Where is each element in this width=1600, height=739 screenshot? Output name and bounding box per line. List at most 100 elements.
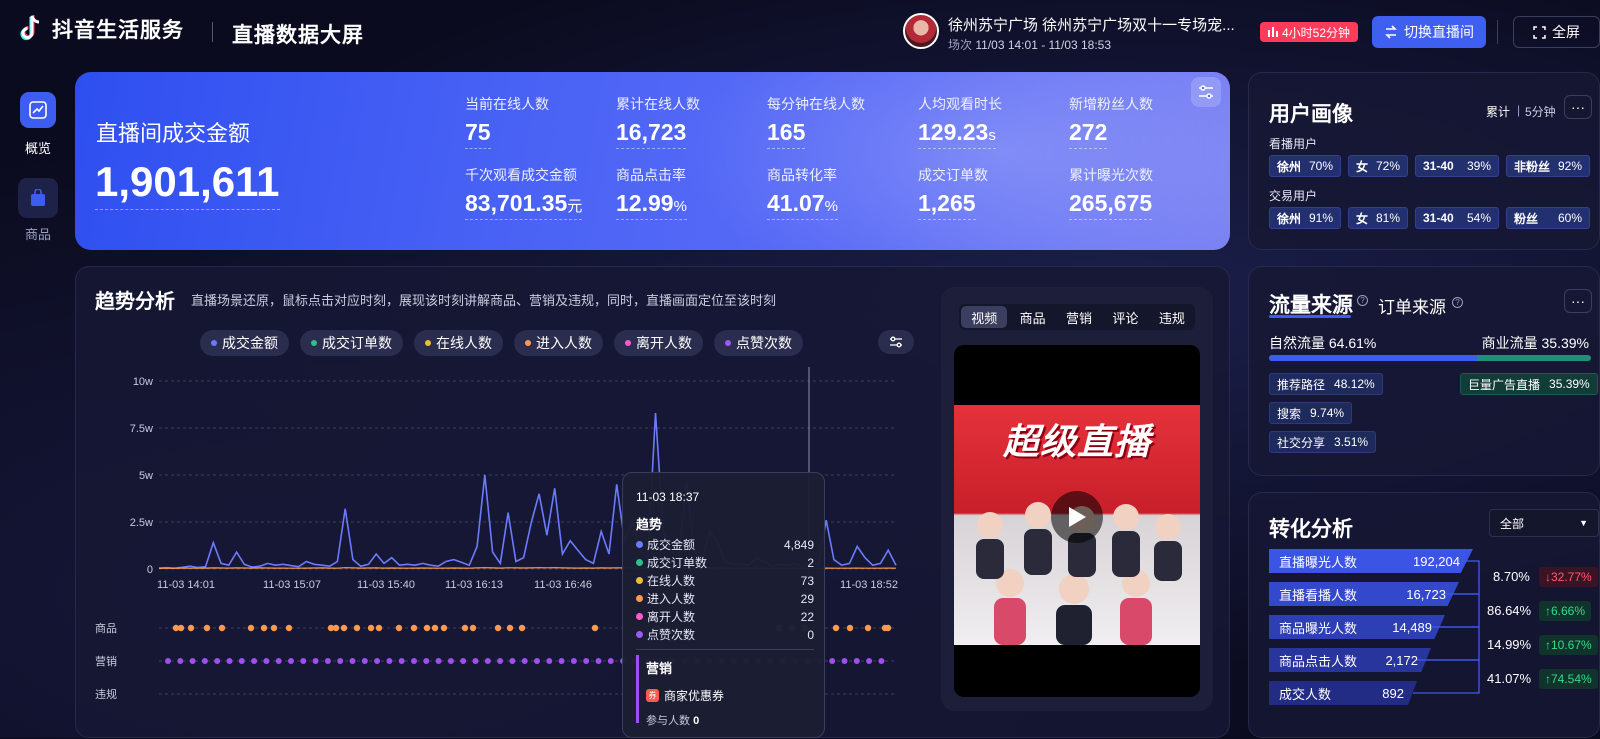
traffic-split-bar <box>1269 355 1591 361</box>
sidebar-label-products: 商品 <box>24 227 51 242</box>
conversion-panel: 转化分析 全部 ▼ 直播曝光人数 192,204 直播看播人数 16,723 商品曝… <box>1248 492 1600 738</box>
rate-exposure-to-view: 8.70% <box>1493 569 1530 584</box>
buyers-label: 交易用户 <box>1269 189 1318 203</box>
metric-gpm[interactable]: 千次观看成交金额 83,701.35元 <box>465 165 583 220</box>
marketing-marker <box>497 658 504 664</box>
product-marker <box>260 624 268 632</box>
sidebar-item-overview[interactable]: 概览 <box>18 92 58 157</box>
marketing-marker <box>411 658 417 664</box>
marketing-marker <box>447 658 454 664</box>
marketing-marker <box>251 658 258 664</box>
play-button[interactable] <box>1051 491 1103 543</box>
product-marker <box>884 624 892 632</box>
y-tick-label: 5w <box>139 470 153 482</box>
tab-products[interactable]: 商品 <box>1009 304 1055 330</box>
natural-traffic-fill <box>1269 355 1478 361</box>
product-marker <box>846 624 854 632</box>
fullscreen-button[interactable]: 全屏 <box>1513 16 1600 48</box>
metric-current-online[interactable]: 当前在线人数 75 <box>465 94 549 149</box>
tooltip-row-online: 在线人数 73 <box>636 572 814 589</box>
tab-violations[interactable]: 违规 <box>1149 304 1195 330</box>
tab-video[interactable]: 视频 <box>961 306 1008 328</box>
fullscreen-label: 全屏 <box>1552 24 1580 40</box>
marketing-marker <box>841 658 848 664</box>
metric-label: 累计在线人数 <box>616 96 700 112</box>
marketing-marker <box>829 658 836 664</box>
video-panel: 视频 商品 营销 评论 违规 超级直播 <box>941 287 1213 711</box>
gmv-title: 直播间成交金额 <box>96 121 251 146</box>
product-marker <box>375 624 383 632</box>
metric-label: 新增粉丝人数 <box>1069 96 1153 112</box>
marketing-marker <box>386 658 393 664</box>
metric-value: 1,265 <box>918 190 976 220</box>
track-label: 商品 <box>95 621 117 635</box>
metric-cumulative-online[interactable]: 累计在线人数 16,723 <box>616 94 700 149</box>
switch-room-button[interactable]: 切换直播间 <box>1372 16 1486 48</box>
buyer-tag-fans: 粉丝 60% <box>1506 207 1590 229</box>
order-source-tab[interactable]: 订单来源 <box>1378 293 1446 318</box>
marketing-marker <box>238 658 245 664</box>
marketing-marker <box>337 658 344 664</box>
marketing-marker <box>460 658 467 664</box>
marketing-marker <box>853 658 860 664</box>
marketing-marker <box>866 658 873 664</box>
product-marker <box>591 624 599 632</box>
shopping-bag-icon <box>18 178 58 218</box>
metric-avg-watch-time[interactable]: 人均观看时长 129.23s <box>918 94 1002 149</box>
metric-settings-button[interactable] <box>1191 77 1221 107</box>
viewer-tag-fans: 非粉丝 92% <box>1506 155 1590 177</box>
marketing-marker <box>275 658 282 664</box>
marketing-marker <box>324 658 331 664</box>
video-title-overlay: 超级直播 <box>1002 421 1151 462</box>
tab-marketing[interactable]: 营销 <box>1056 304 1102 330</box>
tooltip-row-enter: 进入人数 29 <box>636 590 814 607</box>
buyer-tag-age: 31-40 54% <box>1415 207 1499 229</box>
live-video-player[interactable]: 超级直播 <box>954 345 1200 697</box>
gmv-value[interactable]: 1,901,611 <box>95 158 280 210</box>
product-marker <box>832 624 840 632</box>
marketing-marker <box>607 658 614 664</box>
metric-product-cvr[interactable]: 商品转化率 41.07% <box>767 165 838 220</box>
marketing-marker <box>472 658 479 664</box>
marketing-marker <box>583 658 590 664</box>
metric-label: 每分钟在线人数 <box>767 96 865 112</box>
metric-new-fans[interactable]: 新增粉丝人数 272 <box>1069 94 1153 149</box>
metric-value: 41.07% <box>767 190 838 220</box>
metric-orders[interactable]: 成交订单数 1,265 <box>918 165 988 220</box>
traffic-more-button[interactable]: ··· <box>1564 289 1592 313</box>
product-marker <box>864 624 872 632</box>
live-duration-text: 4小时52分钟 <box>1282 25 1351 40</box>
x-tick-label: 11-03 16:46 <box>534 579 592 591</box>
metric-online-per-minute[interactable]: 每分钟在线人数 165 <box>767 94 865 149</box>
info-icon[interactable]: ? <box>1452 297 1463 308</box>
metric-label: 成交订单数 <box>918 167 988 183</box>
change-click-to-deal: ↑74.54% <box>1539 669 1598 689</box>
tab-comments[interactable]: 评论 <box>1102 304 1148 330</box>
natural-traffic-label: 自然流量 64.61% <box>1269 335 1377 351</box>
user-profile-more-button[interactable]: ··· <box>1564 95 1592 119</box>
switch-room-label: 切换直播间 <box>1404 24 1474 40</box>
product-marker <box>395 624 403 632</box>
toggle-5min[interactable]: 5分钟 <box>1525 103 1556 120</box>
marketing-marker <box>189 658 196 664</box>
header-divider-2 <box>1497 20 1498 44</box>
session-range: 11/03 14:01 - 11/03 18:53 <box>975 38 1112 52</box>
sidebar-item-products[interactable]: 商品 <box>18 178 58 243</box>
info-icon[interactable]: ? <box>1357 295 1368 306</box>
metric-product-ctr[interactable]: 商品点击率 12.99% <box>616 165 687 220</box>
marketing-marker <box>177 658 184 664</box>
product-marker <box>431 624 439 632</box>
room-avatar[interactable] <box>903 13 939 49</box>
rate-view-to-product: 86.64% <box>1487 603 1532 618</box>
viewer-tag-age: 31-40 39% <box>1415 155 1499 177</box>
metric-label: 商品点击率 <box>616 167 686 183</box>
marketing-marker <box>201 658 208 664</box>
toggle-cumulative[interactable]: 累计 <box>1486 103 1510 120</box>
metric-value: 272 <box>1069 119 1108 149</box>
marketing-marker <box>558 658 565 664</box>
chart-tooltip: 11-03 18:37 趋势 成交金额 4,849 成交订单数 2 在线人数 73 进… <box>622 472 825 738</box>
session-time: 场次 11/03 14:01 - 11/03 18:53 <box>948 36 1111 53</box>
product-marker <box>440 624 448 632</box>
video-tabs: 视频 商品 营销 评论 违规 <box>959 304 1195 330</box>
metric-impressions[interactable]: 累计曝光次数 265,675 <box>1069 165 1153 220</box>
